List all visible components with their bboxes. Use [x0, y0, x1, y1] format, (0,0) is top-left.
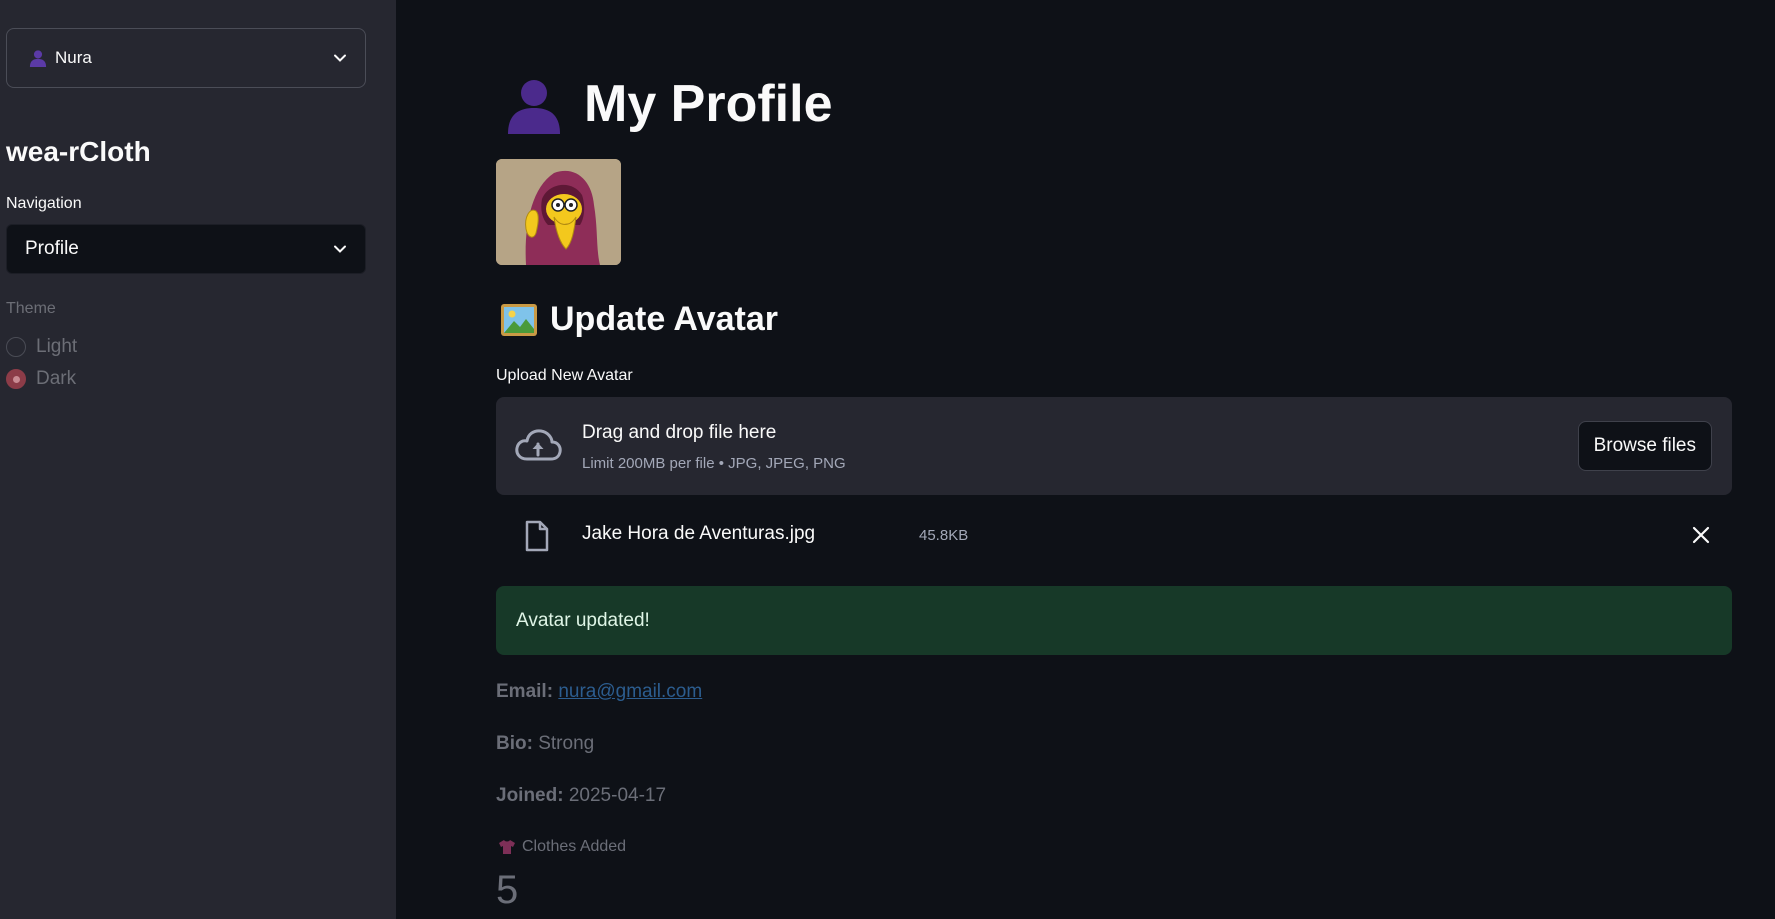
- metric-label: Clothes Added: [498, 838, 626, 856]
- avatar-image: [496, 159, 621, 265]
- framed-picture-icon: [501, 303, 537, 336]
- browse-files-button[interactable]: Browse files: [1577, 421, 1712, 471]
- radio-circle[interactable]: [6, 337, 26, 357]
- app-title: wea-rCloth: [6, 136, 151, 167]
- update-avatar-heading: Update Avatar: [500, 300, 778, 339]
- upload-label: Upload New Avatar: [496, 367, 633, 384]
- avatar-illustration: [496, 159, 621, 265]
- email-link[interactable]: nura@gmail.com: [558, 681, 702, 702]
- navigation-label: Navigation: [6, 195, 82, 212]
- joined-line: Joined: 2025-04-17: [496, 785, 666, 807]
- dropzone-limit-text: Limit 200MB per file • JPG, JPEG, PNG: [582, 455, 846, 472]
- uploaded-file-size: 45.8KB: [919, 527, 969, 544]
- chevron-down-icon: [334, 54, 346, 62]
- theme-radio-label: Dark: [36, 368, 77, 389]
- success-alert: Avatar updated!: [496, 586, 1732, 655]
- success-message: Avatar updated!: [516, 609, 650, 631]
- theme-label: Theme: [6, 300, 56, 317]
- email-label: Email:: [496, 681, 554, 702]
- bio-line: Bio: Strong: [496, 733, 594, 755]
- radio-circle-selected[interactable]: [6, 369, 26, 389]
- navigation-select-value: Profile: [25, 238, 79, 259]
- main-content: My Profile Update Avatar Upload New Avat…: [396, 0, 1775, 919]
- user-silhouette-icon: [508, 80, 560, 134]
- user-select[interactable]: Nura: [6, 28, 366, 88]
- update-avatar-title: Update Avatar: [550, 300, 778, 338]
- sidebar: Nura wea-rCloth Navigation Profile Theme…: [0, 0, 396, 919]
- t-shirt-icon: [499, 840, 515, 854]
- metric-label-text: Clothes Added: [522, 838, 627, 855]
- file-dropzone[interactable]: Drag and drop file here Limit 200MB per …: [496, 397, 1732, 495]
- dropzone-title: Drag and drop file here: [582, 422, 777, 443]
- user-select-value: Nura: [55, 48, 92, 67]
- chevron-down-icon: [334, 245, 346, 253]
- user-silhouette-icon: [29, 50, 47, 67]
- theme-radio-light[interactable]: Light: [6, 336, 77, 358]
- remove-file-close-icon[interactable]: [1692, 526, 1710, 544]
- cloud-upload-icon: [515, 429, 562, 461]
- page-title: My Profile: [504, 74, 833, 134]
- theme-radio-dark[interactable]: Dark: [6, 368, 76, 390]
- uploaded-file-row: Jake Hora de Aventuras.jpg 45.8KB: [496, 510, 1732, 560]
- metric-value: 5: [496, 868, 519, 912]
- email-line: Email: nura@gmail.com: [496, 681, 702, 703]
- bio-value: Strong: [538, 733, 595, 754]
- joined-label: Joined:: [496, 785, 564, 806]
- bio-label: Bio:: [496, 733, 533, 754]
- page-title-text: My Profile: [584, 75, 833, 133]
- file-icon: [525, 520, 549, 552]
- theme-radio-label: Light: [36, 336, 78, 357]
- joined-value: 2025-04-17: [568, 785, 667, 806]
- navigation-select[interactable]: Profile: [6, 224, 366, 274]
- uploaded-file-name: Jake Hora de Aventuras.jpg: [582, 523, 816, 544]
